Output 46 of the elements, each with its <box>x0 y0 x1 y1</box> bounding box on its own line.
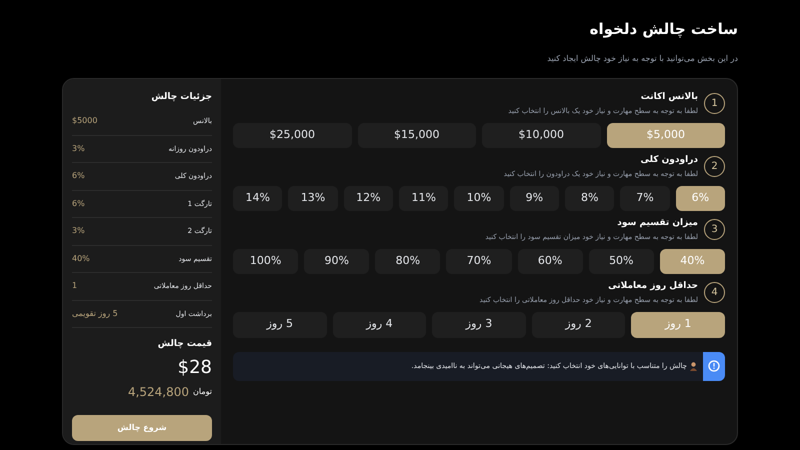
option-button[interactable]: 11% <box>399 186 448 210</box>
option-button[interactable]: 10% <box>454 186 504 210</box>
option-button[interactable]: 13% <box>288 186 338 210</box>
option-button[interactable]: 50% <box>588 248 654 274</box>
option-button[interactable]: 2 روز <box>532 312 626 338</box>
summary-value: 3% <box>72 225 85 238</box>
price-label: قیمت چالش <box>158 338 212 351</box>
option-button[interactable]: 80% <box>375 248 440 274</box>
person-icon <box>690 362 697 370</box>
step-title: دراودون کلی <box>640 154 698 166</box>
step-number: 4 <box>704 282 725 303</box>
step-title: حداقل روز معاملاتی <box>608 280 698 292</box>
price-toman: 4,524,800 <box>128 384 190 400</box>
step-number: 3 <box>704 219 725 240</box>
summary-value: 6% <box>72 198 85 210</box>
option-button[interactable]: 70% <box>446 248 512 274</box>
option-button[interactable]: 100% <box>233 248 298 274</box>
option-button[interactable]: 7% <box>620 186 670 210</box>
option-button[interactable]: 12% <box>344 186 394 210</box>
option-button[interactable]: 90% <box>304 248 370 274</box>
page-title: ساخت چالش دلخواه <box>590 19 738 40</box>
summary-value: 1 <box>72 280 78 292</box>
step-number: 1 <box>704 93 725 114</box>
option-button[interactable]: 4 روز <box>332 312 426 338</box>
step-number: 2 <box>704 156 725 177</box>
step-title: بالانس اکانت <box>640 90 698 104</box>
step-title: میزان تقسیم سود <box>617 216 698 230</box>
page-subtitle: در این بخش می‌توانید با توجه به نیاز خود چالش ایجاد کنید <box>547 52 738 64</box>
option-button[interactable]: $15,000 <box>358 122 476 148</box>
alert-icon <box>708 360 720 372</box>
option-button[interactable]: 9% <box>510 186 560 210</box>
option-button[interactable]: 60% <box>518 248 583 274</box>
option-button[interactable]: 14% <box>233 186 282 210</box>
option-button[interactable]: $25,000 <box>233 122 352 148</box>
summary-title: جزئیات چالش <box>151 90 212 104</box>
summary-value: 3% <box>72 142 85 155</box>
summary-value: 6% <box>72 170 85 182</box>
summary-value: $5000 <box>72 115 98 128</box>
price-unit: تومان <box>193 386 212 398</box>
price-value: $28 <box>178 356 212 380</box>
summary-value: 40% <box>72 252 90 265</box>
option-button[interactable]: $10,000 <box>482 122 600 148</box>
summary-value: 5 روز تقویمی <box>72 308 118 320</box>
option-button[interactable]: 5 روز <box>233 312 327 338</box>
option-button[interactable]: 8% <box>565 186 614 210</box>
option-button[interactable]: 3 روز <box>432 312 526 338</box>
